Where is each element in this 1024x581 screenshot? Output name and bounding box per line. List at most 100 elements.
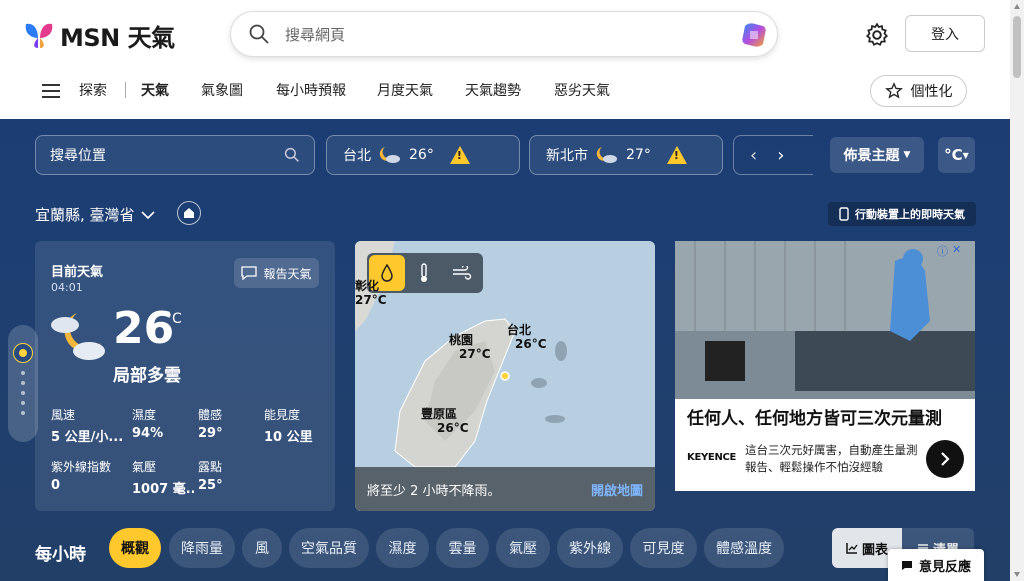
mobile-live-weather-button[interactable]: 行動裝置上的即時天氣 [828, 202, 976, 226]
butterfly-icon [25, 23, 53, 48]
caret-down-icon: ▼ [903, 150, 911, 160]
current-weather-card: 目前天氣 04:01 報告天氣 26 °C 局部多雲 風速 5 公里/小... … [35, 241, 335, 511]
partly-cloudy-night-icon [51, 313, 105, 360]
location-search-input[interactable]: 搜尋位置 [50, 145, 106, 165]
scroll-up-arrow-icon[interactable] [1014, 4, 1020, 9]
map-label-fengyuan: 豐原區 26°C [421, 407, 469, 435]
hourly-chip-pressure[interactable]: 氣壓 [496, 528, 550, 568]
stat-value: 10 公里 [264, 430, 313, 445]
nav-item-weather-map[interactable]: 氣象圖 [201, 80, 243, 100]
report-weather-button[interactable]: 報告天氣 [234, 258, 319, 288]
stat-value: 1007 毫... [132, 482, 194, 497]
mobile-label: 行動裝置上的即時天氣 [855, 208, 965, 221]
region-selector[interactable]: 宜蘭縣, 臺灣省 [35, 204, 155, 225]
map-label-taoyuan: 桃園 27°C [449, 333, 491, 361]
map-label-changhua: 彰化 27°C [355, 279, 387, 307]
stat-visibility: 能見度 10 公里 [264, 406, 334, 445]
ad-info-icons[interactable]: ⓘ ✕ [937, 243, 971, 258]
city-card-taipei[interactable]: 台北 26° [326, 135, 520, 175]
stat-value: 0 [51, 478, 61, 493]
precip-note: 將至少 2 小時不降雨。 [367, 483, 501, 499]
open-map-link[interactable]: 開啟地圖 [591, 480, 643, 499]
search-input[interactable]: 搜尋網頁 [285, 24, 345, 45]
close-x-icon[interactable]: ✕ [952, 243, 961, 257]
hourly-chip-humidity[interactable]: 濕度 [376, 528, 429, 568]
timeline-rail[interactable] [8, 325, 38, 442]
nav-item-trends[interactable]: 天氣趨勢 [465, 80, 521, 100]
nav-item-severe[interactable]: 惡劣天氣 [554, 80, 610, 100]
thermometer-icon [421, 263, 427, 282]
web-search-box[interactable]: 搜尋網頁 [230, 11, 778, 57]
nav-item-weather[interactable]: 天氣 [141, 80, 169, 100]
stat-dew-point: 露點 25° [198, 458, 258, 493]
msn-logo[interactable]: MSN 天氣 [24, 18, 175, 53]
warning-icon[interactable] [449, 146, 470, 164]
city-card-new-taipei[interactable]: 新北市 27° [529, 135, 723, 175]
phone-icon [839, 207, 849, 221]
nav-item-monthly[interactable]: 月度天氣 [377, 80, 433, 100]
stat-wind: 風速 5 公里/小... [51, 406, 127, 445]
ad-image[interactable] [675, 241, 975, 399]
ad-cta-button[interactable] [926, 440, 964, 478]
info-icon[interactable]: ⓘ [937, 243, 948, 258]
hourly-chip-air-quality[interactable]: 空氣品質 [289, 528, 369, 568]
hourly-chip-uv[interactable]: 紫外線 [557, 528, 623, 568]
theme-dropdown[interactable]: 佈景主題 ▼ [830, 137, 924, 173]
hourly-chip-feels-like[interactable]: 體感溫度 [704, 528, 784, 568]
hourly-chip-cloud[interactable]: 雲量 [436, 528, 489, 568]
scrollbar-thumb[interactable] [1013, 16, 1021, 78]
ad-headline[interactable]: 任何人、任何地方皆可三次元量測 [687, 404, 942, 429]
location-search-box[interactable]: 搜尋位置 [35, 135, 315, 175]
feedback-icon [901, 560, 912, 570]
nav-divider [125, 82, 126, 98]
unit-dropdown[interactable]: °C ▼ [938, 137, 975, 173]
stat-uv-index: 紫外線指數 0 [51, 458, 127, 493]
hourly-chip-overview[interactable]: 概觀 [109, 528, 161, 568]
map-footer: 將至少 2 小時不降雨。 開啟地圖 [355, 467, 655, 511]
stat-label: 紫外線指數 [51, 460, 112, 474]
chevron-left-icon[interactable]: ‹ [750, 145, 757, 166]
current-time: 04:01 [51, 281, 83, 294]
home-location-button[interactable] [177, 201, 201, 225]
timeline-dot[interactable] [21, 391, 25, 395]
hamburger-menu-icon[interactable] [42, 84, 60, 98]
personalize-button[interactable]: 個性化 [870, 75, 967, 107]
advertisement[interactable]: ⓘ ✕ 任何人、任何地方皆可三次元量測 KEYENCE 這台三次元好厲害，自動產生… [675, 241, 975, 491]
timeline-dot[interactable] [21, 411, 25, 415]
timeline-dot[interactable] [21, 401, 25, 405]
settings-gear-icon[interactable] [864, 22, 890, 48]
sun-icon[interactable] [13, 343, 33, 363]
stat-label: 能見度 [264, 408, 301, 422]
login-button[interactable]: 登入 [905, 15, 985, 52]
stat-humidity: 濕度 94% [132, 406, 192, 441]
feedback-button[interactable]: 意見反應 [888, 549, 984, 581]
warning-icon[interactable] [666, 146, 687, 164]
timeline-dot[interactable] [21, 371, 25, 375]
hourly-section-title: 每小時 [35, 545, 86, 565]
chat-bubble-icon [241, 266, 258, 280]
hourly-chip-visibility[interactable]: 可見度 [630, 528, 697, 568]
hourly-chip-precip[interactable]: 降雨量 [169, 528, 235, 568]
wind-layer-button[interactable] [443, 254, 481, 292]
current-weather-title: 目前天氣 [51, 265, 104, 280]
stat-feels-like: 體感 29° [198, 406, 258, 441]
nav-item-explore[interactable]: 探索 [79, 80, 107, 100]
city-name: 新北市 [546, 148, 588, 164]
caret-down-icon: ▼ [962, 150, 969, 160]
chevron-right-icon[interactable]: › [777, 145, 784, 166]
timeline-dot[interactable] [21, 381, 25, 385]
city-temp: 26° [409, 147, 434, 163]
temperature-layer-button[interactable] [405, 254, 443, 292]
weather-map[interactable]: 彰化 27°C 桃園 27°C 台北 26°C 豐原區 26°C 將至少 2 小時不降雨… [355, 241, 655, 511]
ad-description[interactable]: 這台三次元好厲害，自動產生量測報告、輕鬆操作不怕沒經驗 [745, 442, 925, 476]
copilot-icon[interactable] [739, 20, 769, 50]
scroll-down-arrow-icon[interactable] [1014, 572, 1020, 577]
hourly-chip-wind[interactable]: 風 [242, 528, 282, 568]
nav-item-hourly[interactable]: 每小時預報 [276, 80, 346, 100]
chart-icon [846, 543, 858, 554]
weather-main: 搜尋位置 台北 26° 新北市 27° ‹ › 佈景主題 ▼ °C ▼ 宜蘭縣,… [0, 119, 1010, 581]
page-scrollbar[interactable] [1010, 0, 1024, 581]
stat-label: 露點 [198, 460, 223, 474]
stat-value: 5 公里/小... [51, 430, 124, 445]
stat-label: 氣壓 [132, 460, 157, 474]
